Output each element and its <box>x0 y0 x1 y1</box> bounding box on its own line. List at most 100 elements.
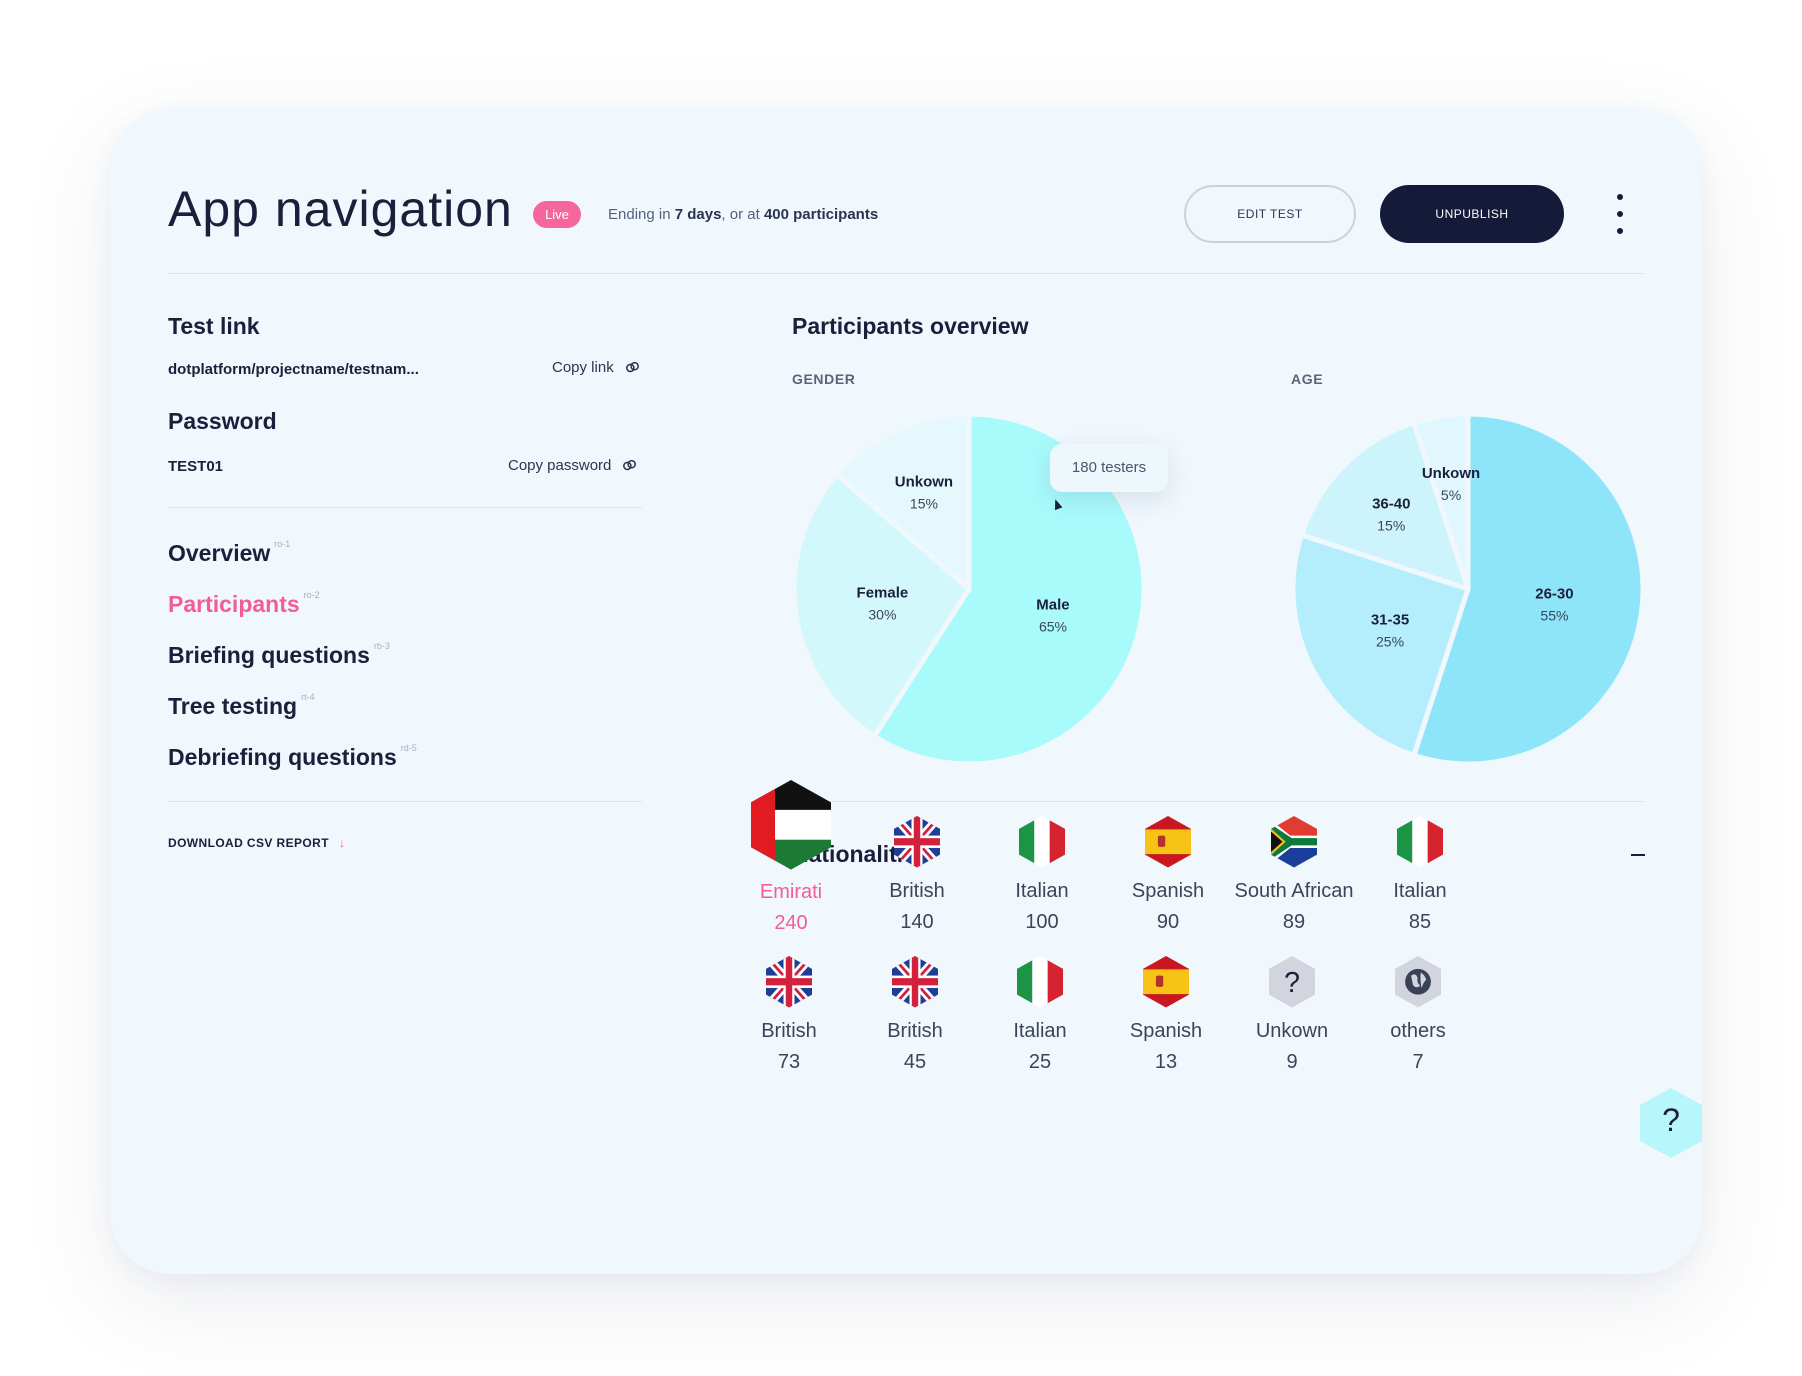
globe-icon <box>1348 956 1488 1008</box>
copy-password-label: Copy password <box>508 457 612 474</box>
italy-flag-icon <box>972 816 1112 868</box>
pie-slice-label: Unkown <box>1422 465 1480 482</box>
nationality-count: 7 <box>1412 1050 1424 1073</box>
participants-overview-heading: Participants overview <box>792 313 1029 339</box>
chart-tooltip: 180 testers <box>1050 444 1168 492</box>
nationality-name: British <box>889 879 945 902</box>
age-label: AGE <box>1291 371 1324 387</box>
pie-slice-value: 15% <box>910 495 938 511</box>
svg-text:?: ? <box>1284 967 1300 999</box>
nav-item-participants[interactable]: Participants ro-2 <box>168 590 320 618</box>
pie-slice-label: Unkown <box>895 473 953 490</box>
status-badge: Live <box>533 201 581 228</box>
italy-flag-icon <box>970 956 1110 1008</box>
help-button[interactable]: ? <box>1640 1088 1702 1158</box>
pie-slice-value: 55% <box>1540 608 1568 624</box>
ending-prefix: Ending in <box>608 206 675 223</box>
pie-slice-label: 26-30 <box>1535 586 1573 603</box>
collapse-icon[interactable] <box>1631 854 1645 856</box>
south-africa-flag-icon <box>1224 816 1364 868</box>
edit-test-button[interactable]: EDIT TEST <box>1184 185 1356 243</box>
password-value: TEST01 <box>168 458 224 475</box>
nationality-count: 73 <box>777 1050 801 1073</box>
test-ending-info: Ending in 7 days, or at 400 participants <box>608 206 878 223</box>
pie-slice-value: 65% <box>1039 619 1067 635</box>
nationality-count: 9 <box>1286 1050 1298 1073</box>
spain-flag-icon <box>1098 816 1238 868</box>
copy-link-button[interactable]: Copy link <box>552 359 641 376</box>
nationality-item[interactable]: South African 89 <box>1224 816 1364 934</box>
gender-label: GENDER <box>792 371 856 387</box>
nav-item-tree-testing[interactable]: Tree testing rt-4 <box>168 692 315 720</box>
nationality-count: 13 <box>1154 1050 1178 1073</box>
nationality-name: British <box>887 1019 943 1042</box>
nav-label: Participants <box>168 591 300 617</box>
nationality-count: 45 <box>903 1050 927 1073</box>
age-pie-chart[interactable]: 26-30 55% 31-35 25% 36-40 15% Unkown 5% <box>1290 411 1646 767</box>
nationality-item[interactable]: others 7 <box>1348 956 1488 1074</box>
nationality-item[interactable]: Spanish 13 <box>1096 956 1236 1074</box>
uk-flag-icon <box>845 956 985 1008</box>
nationality-name: British <box>761 1019 817 1042</box>
nationality-name: South African <box>1234 879 1354 902</box>
nationality-count: 25 <box>1028 1050 1052 1073</box>
nationality-count: 100 <box>1025 910 1059 933</box>
nav-tag: rd-5 <box>400 743 417 753</box>
nav-label: Tree testing <box>168 693 298 719</box>
nav-item-briefing-questions[interactable]: Briefing questions rb-3 <box>168 641 390 669</box>
nationality-item[interactable]: British 45 <box>845 956 985 1074</box>
nav-item-overview[interactable]: Overview ro-1 <box>168 539 290 567</box>
nationality-item[interactable]: British 140 <box>847 816 987 934</box>
nationality-name: Spanish <box>1129 1019 1203 1042</box>
pie-slice-label: Male <box>1036 597 1069 614</box>
nav-label: Briefing questions <box>168 642 370 668</box>
left-divider-1 <box>168 507 642 508</box>
nationality-count: 89 <box>1282 910 1306 933</box>
download-csv-button[interactable]: DOWNLOAD CSV REPORT ↓ <box>168 836 345 850</box>
nationality-name: Italian <box>1013 1019 1067 1042</box>
pie-slice-value: 15% <box>1377 517 1405 533</box>
dashboard-card: App navigation Live Ending in 7 days, or… <box>110 108 1702 1274</box>
download-csv-label: DOWNLOAD CSV REPORT <box>168 836 329 850</box>
copy-password-button[interactable]: Copy password <box>508 457 638 474</box>
nationality-count: 140 <box>900 910 934 933</box>
nationality-count: 85 <box>1408 910 1432 933</box>
password-heading: Password <box>168 408 277 434</box>
nationality-name: Unkown <box>1255 1019 1329 1042</box>
uk-flag-icon <box>719 956 859 1008</box>
unpublish-button[interactable]: UNPUBLISH <box>1380 185 1564 243</box>
unknown-flag-icon: ? <box>1222 956 1362 1008</box>
pie-slice-value: 25% <box>1376 634 1404 650</box>
more-options-icon[interactable] <box>1608 192 1632 236</box>
pie-slice-value: 30% <box>868 606 896 622</box>
nationality-item[interactable]: Italian 85 <box>1350 816 1490 934</box>
italy-flag-icon <box>1350 816 1490 868</box>
nationality-name: Italian <box>1015 879 1069 902</box>
header-divider <box>168 273 1644 274</box>
uk-flag-icon <box>847 816 987 868</box>
link-icon <box>623 459 637 471</box>
nationality-name: Emirati <box>759 880 823 903</box>
nav-tag: ro-2 <box>303 590 320 600</box>
nationality-item[interactable]: Emirati 240 <box>721 780 861 935</box>
ending-mid: , or at <box>721 206 764 223</box>
nav-tag: rt-4 <box>301 692 315 702</box>
link-icon <box>625 361 639 373</box>
pie-slice-label: Female <box>857 584 909 601</box>
ending-participants: 400 participants <box>763 206 879 223</box>
nationality-count: 240 <box>774 911 808 934</box>
left-divider-2 <box>168 801 642 802</box>
nationality-item[interactable]: Spanish 90 <box>1098 816 1238 934</box>
nationality-item[interactable]: British 73 <box>719 956 859 1074</box>
nationality-item[interactable]: Italian 100 <box>972 816 1112 934</box>
nav-tag: ro-1 <box>274 539 291 549</box>
nav-item-debriefing-questions[interactable]: Debriefing questions rd-5 <box>168 743 417 771</box>
test-link-heading: Test link <box>168 313 260 339</box>
uae-flag-icon <box>721 780 861 870</box>
ending-days: 7 days <box>674 206 722 223</box>
page-title: App navigation <box>168 181 513 237</box>
nationality-item[interactable]: Italian 25 <box>970 956 1110 1074</box>
nationality-item[interactable]: ? Unkown 9 <box>1222 956 1362 1074</box>
pie-slice-label: 31-35 <box>1371 612 1409 629</box>
nav-label: Overview <box>168 540 271 566</box>
